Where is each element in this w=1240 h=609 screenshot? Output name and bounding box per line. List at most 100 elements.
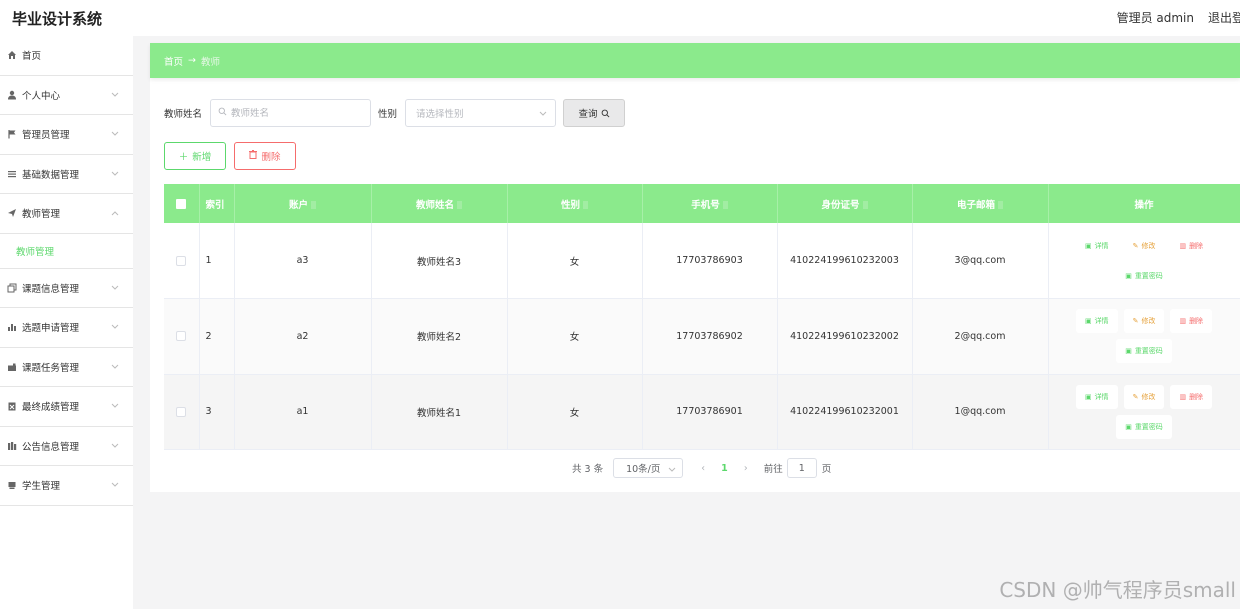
breadcrumb-current: 教师 (200, 56, 220, 68)
cell-ops: ▣ 详情 ✎ 修改 ▥ 删除 ▣ 重置密码 (1048, 223, 1240, 299)
breadcrumb: 首页 → 教师 (150, 43, 1240, 78)
column-header[interactable]: 账户 (234, 184, 372, 223)
reset-password-label: 重置密码 (1134, 347, 1163, 356)
cell-name: 教师姓名3 (371, 223, 508, 299)
teacher-name-input[interactable] (231, 107, 352, 119)
logout-button[interactable]: 退出登录 (1208, 9, 1240, 26)
delete-button[interactable]: ▥ 删除 (1170, 309, 1213, 334)
column-header-label: 身份证号 (821, 199, 860, 211)
trash-icon: ▥ (1179, 241, 1187, 250)
delete-button[interactable]: ▥ 删除 (1170, 233, 1213, 258)
sidebar-item-home[interactable]: 首页 (0, 36, 133, 76)
column-header-label: 账户 (288, 199, 308, 211)
query-button[interactable]: 查询 (563, 99, 626, 127)
edit-label: 修改 (1141, 392, 1156, 401)
sidebar-item-base-data[interactable]: 基础数据管理 (0, 155, 133, 194)
cell-index: 1 (199, 223, 235, 299)
sidebar-item-topic-task[interactable]: 课题任务管理 (0, 348, 133, 387)
cell-account: a1 (234, 374, 372, 450)
sidebar-item-topic-info[interactable]: 课题信息管理 (0, 269, 133, 308)
cell-id-card: 410224199610232001 (777, 374, 913, 450)
reset-password-label: 重置密码 (1134, 422, 1163, 431)
page-size-value: 10条/页 (626, 464, 661, 475)
reset-password-button[interactable]: ▣ 重置密码 (1116, 414, 1172, 439)
trash-icon: ▥ (1179, 317, 1187, 326)
sidebar-item-admin[interactable]: 管理员管理 (0, 115, 133, 155)
delete-label: 删除 (1189, 241, 1204, 250)
cell-name: 教师姓名2 (371, 298, 508, 375)
cell-ops: ▣ 详情 ✎ 修改 ▥ 删除 ▣ 重置密码 (1048, 298, 1240, 375)
add-button-label: 新增 (192, 152, 212, 163)
breadcrumb-arrow: → (188, 55, 196, 66)
sort-icon (583, 201, 588, 209)
sidebar-item-profile[interactable]: 个人中心 (0, 76, 133, 115)
reset-password-label: 重置密码 (1134, 271, 1163, 280)
reset-password-button[interactable]: ▣ 重置密码 (1116, 339, 1172, 364)
column-header-label: 手机号 (691, 199, 720, 211)
row-checkbox[interactable] (176, 255, 187, 266)
sidebar-item-notice[interactable]: 公告信息管理 (0, 427, 133, 466)
column-header[interactable]: 性别 (507, 184, 643, 223)
reset-password-button[interactable]: ▣ 重置密码 (1116, 263, 1172, 288)
edit-button[interactable]: ✎ 修改 (1123, 309, 1165, 334)
detail-button[interactable]: ▣ 详情 (1075, 233, 1118, 258)
clipboard-icon (6, 400, 18, 412)
cell-account: a3 (234, 223, 372, 299)
chevron-down-icon (111, 169, 121, 179)
sidebar-subitem-teacher-manage[interactable]: 教师管理 (0, 234, 133, 269)
edit-label: 修改 (1141, 317, 1156, 326)
prev-page-icon[interactable]: ‹ (697, 463, 709, 474)
next-page-icon[interactable]: › (740, 463, 752, 474)
add-button[interactable]: ＋ 新增 (164, 142, 226, 170)
user-area: 管理员 admin 退出登录 (1117, 9, 1240, 26)
row-select-cell (164, 223, 200, 299)
cell-account: a2 (234, 298, 372, 375)
cell-gender: 女 (507, 223, 643, 299)
chevron-down-icon (111, 90, 121, 100)
sidebar-item-label: 学生管理 (22, 481, 61, 493)
column-header[interactable]: 身份证号 (777, 184, 913, 223)
select-all-cell (164, 184, 200, 223)
pagination-total: 共 3 条 (572, 464, 604, 475)
breadcrumb-home[interactable]: 首页 (164, 54, 183, 68)
row-checkbox[interactable] (176, 331, 187, 342)
column-header: 索引 (199, 184, 235, 223)
chevron-down-icon (668, 465, 676, 476)
sort-icon (998, 201, 1003, 209)
select-all-checkbox[interactable] (176, 198, 187, 209)
chevron-up-icon (111, 208, 121, 218)
edit-icon: ✎ (1132, 317, 1139, 326)
app-title: 毕业设计系统 (12, 10, 103, 28)
sidebar-item-label: 个人中心 (22, 90, 61, 102)
teacher-name-field[interactable] (210, 99, 372, 127)
sidebar-item-label: 教师管理 (22, 209, 61, 221)
sidebar-item-label: 选题申请管理 (22, 323, 80, 335)
gender-select[interactable]: 请选择性别 (405, 99, 557, 127)
row-checkbox[interactable] (176, 406, 187, 417)
sidebar-item-label: 管理员管理 (22, 130, 70, 142)
table-row: 2 a2 教师姓名2 女 17703786902 410224199610232… (164, 298, 1240, 375)
batch-delete-button[interactable]: 删除 (234, 142, 296, 170)
edit-button[interactable]: ✎ 修改 (1123, 233, 1165, 258)
cell-email: 3@qq.com (912, 223, 1049, 299)
chevron-down-icon (111, 322, 121, 332)
edit-icon: ✎ (1132, 392, 1139, 401)
page-size-select[interactable]: 10条/页 (613, 458, 684, 478)
sidebar-item-final-score[interactable]: 最终成绩管理 (0, 387, 133, 427)
sidebar-item-label: 公告信息管理 (22, 441, 80, 453)
top-bar: 毕业设计系统 管理员 admin 退出登录 (0, 0, 1240, 36)
sidebar-item-student[interactable]: 学生管理 (0, 466, 133, 506)
column-header[interactable]: 教师姓名 (371, 184, 508, 223)
detail-button[interactable]: ▣ 详情 (1075, 309, 1118, 334)
edit-button[interactable]: ✎ 修改 (1123, 384, 1165, 409)
detail-button[interactable]: ▣ 详情 (1075, 384, 1118, 409)
page-number-current[interactable]: 1 (721, 463, 728, 474)
sidebar-item-topic-apply[interactable]: 选题申请管理 (0, 308, 133, 348)
chevron-down-icon (111, 129, 121, 139)
goto-page-input[interactable] (786, 458, 817, 478)
delete-button[interactable]: ▥ 删除 (1170, 384, 1213, 409)
column-header[interactable]: 电子邮箱 (912, 184, 1049, 223)
chevron-down-icon (111, 401, 121, 411)
column-header[interactable]: 手机号 (642, 184, 778, 223)
sidebar-item-teacher[interactable]: 教师管理 (0, 194, 133, 234)
